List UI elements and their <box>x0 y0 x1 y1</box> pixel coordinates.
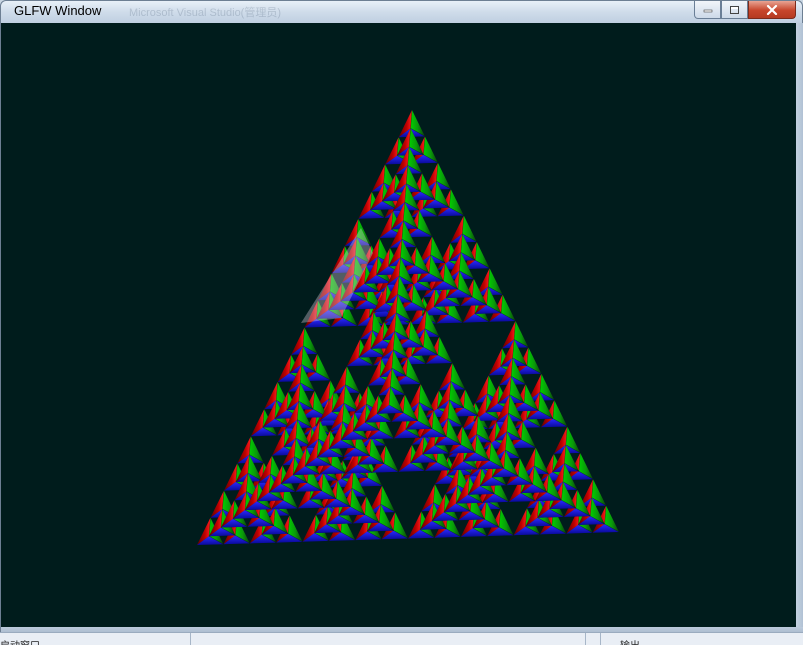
close-button[interactable] <box>748 1 796 19</box>
background-ide-strip: 启动窗口 输出 <box>0 632 803 645</box>
opengl-viewport[interactable] <box>1 23 796 627</box>
title-bar[interactable]: GLFW Window Microsoft Visual Studio(管理员) <box>1 1 802 23</box>
window-frame-right[interactable] <box>796 23 803 627</box>
glfw-window: GLFW Window Microsoft Visual Studio(管理员) <box>0 0 803 633</box>
divider <box>190 633 191 645</box>
startup-window-label: 启动窗口 <box>0 637 40 645</box>
minimize-icon <box>703 9 712 12</box>
background-window-title: Microsoft Visual Studio(管理员) <box>129 7 282 19</box>
divider <box>600 633 601 645</box>
output-tab-label[interactable]: 输出 <box>620 637 640 645</box>
minimize-button[interactable] <box>694 1 721 19</box>
divider <box>585 633 586 645</box>
close-icon <box>766 4 778 15</box>
sierpinski-pyramid <box>197 109 620 545</box>
maximize-button[interactable] <box>721 1 748 19</box>
maximize-icon <box>730 5 739 14</box>
window-title: GLFW Window <box>14 3 102 18</box>
